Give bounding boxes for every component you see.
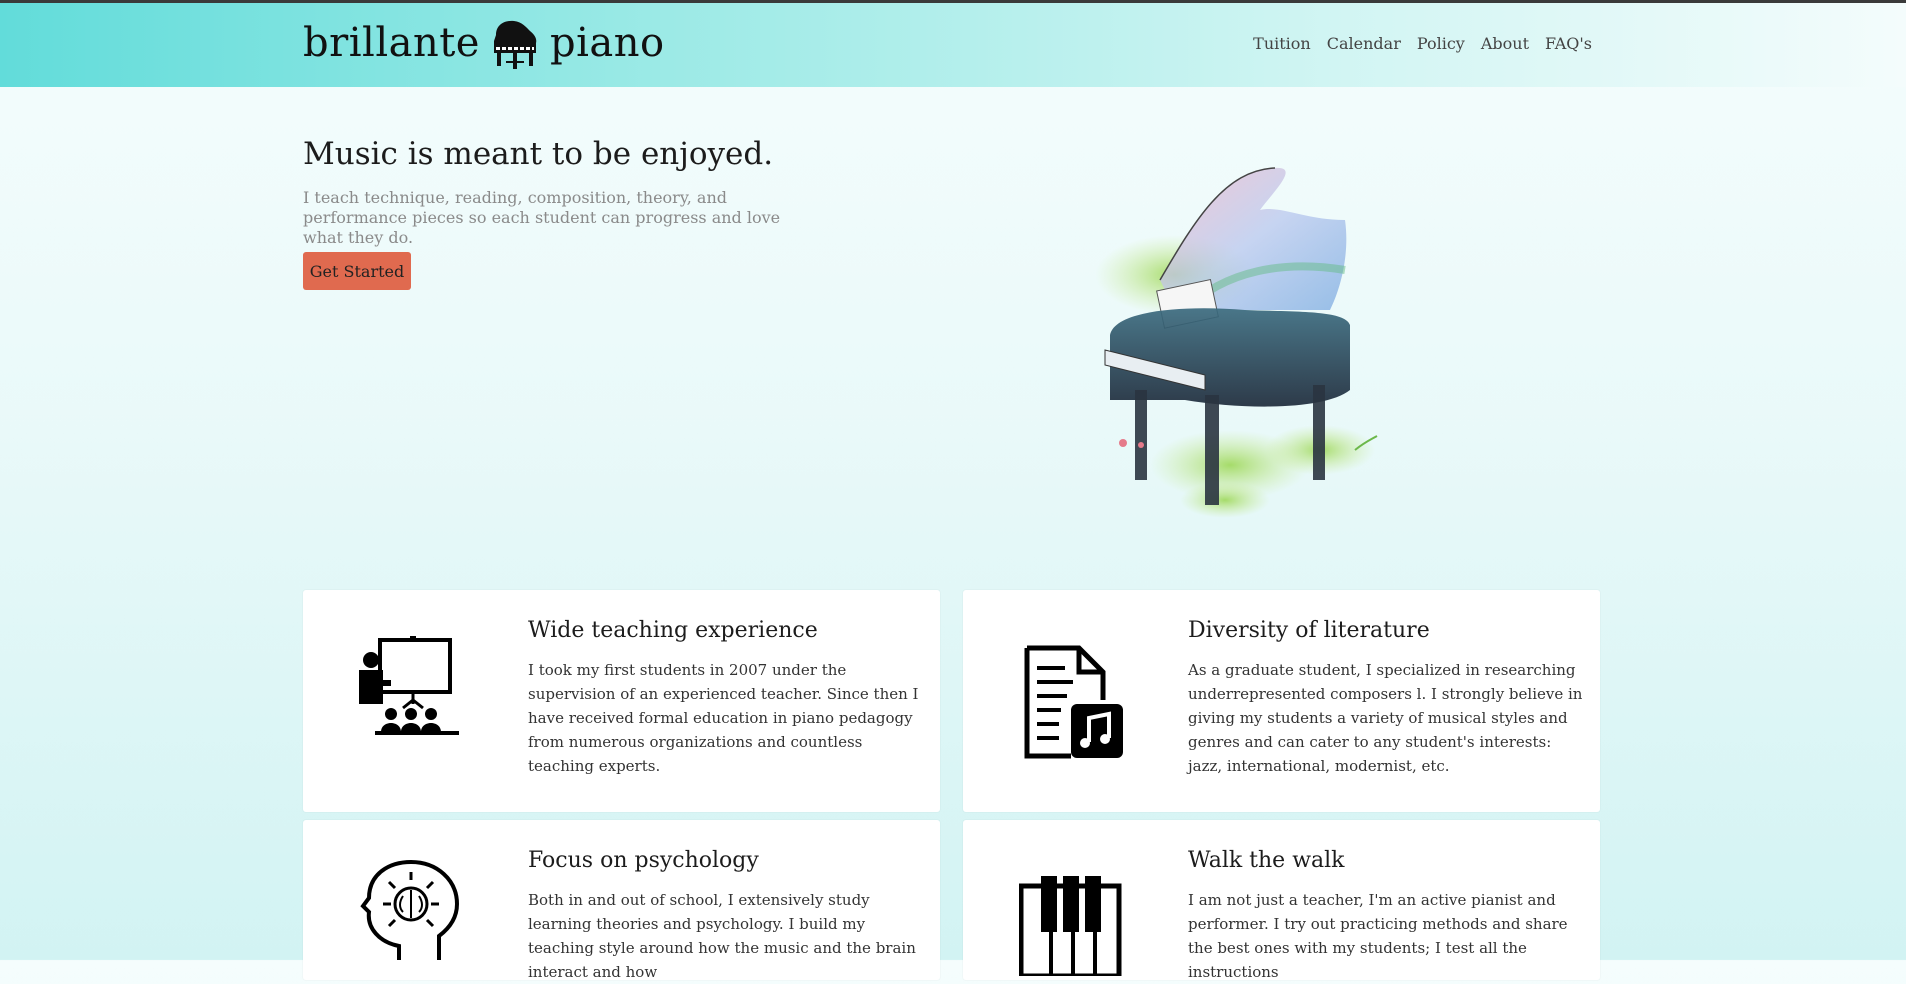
feature-card-teaching: Wide teaching experience I took my first… (303, 590, 940, 812)
hero-subtitle: I teach technique, reading, composition,… (303, 188, 781, 247)
nav-calendar[interactable]: Calendar (1327, 34, 1401, 53)
teacher-presentation-icon (359, 636, 459, 735)
feature-text: I took my first students in 2007 under t… (528, 661, 919, 775)
feature-title: Focus on psychology (528, 848, 759, 873)
grand-piano-icon (493, 20, 537, 69)
nav-faqs[interactable]: FAQ's (1545, 34, 1592, 53)
site-header: brillante piano Tuition Calendar Policy … (0, 3, 1906, 87)
main-nav: Tuition Calendar Policy About FAQ's (1253, 34, 1592, 53)
piano-keys-icon (1019, 876, 1122, 976)
feature-card-literature: Diversity of literature As a graduate st… (963, 590, 1600, 812)
feature-card-psychology: Focus on psychology Both in and out of s… (303, 820, 940, 981)
sheet-music-document-icon (1024, 645, 1123, 759)
feature-card-walk: Walk the walk I am not just a teacher, I… (963, 820, 1600, 981)
feature-title: Diversity of literature (1188, 618, 1430, 643)
brand-logo[interactable]: brillante piano (303, 15, 665, 71)
feature-title: Walk the walk (1188, 848, 1345, 873)
feature-text: Both in and out of school, I extensively… (528, 891, 916, 981)
nav-policy[interactable]: Policy (1417, 34, 1465, 53)
feature-text: I am not just a teacher, I'm an active p… (1188, 891, 1568, 981)
nav-about[interactable]: About (1481, 34, 1529, 53)
feature-text: As a graduate student, I specialized in … (1188, 661, 1583, 775)
get-started-button[interactable]: Get Started (303, 252, 411, 290)
watercolor-piano-illustration (1095, 167, 1378, 518)
brand-word-1: brillante (303, 20, 480, 66)
nav-tuition[interactable]: Tuition (1253, 34, 1311, 53)
brand-word-2: piano (549, 20, 665, 66)
hero-title: Music is meant to be enjoyed. (303, 136, 774, 172)
feature-title: Wide teaching experience (528, 618, 818, 643)
brain-head-icon (360, 860, 460, 960)
